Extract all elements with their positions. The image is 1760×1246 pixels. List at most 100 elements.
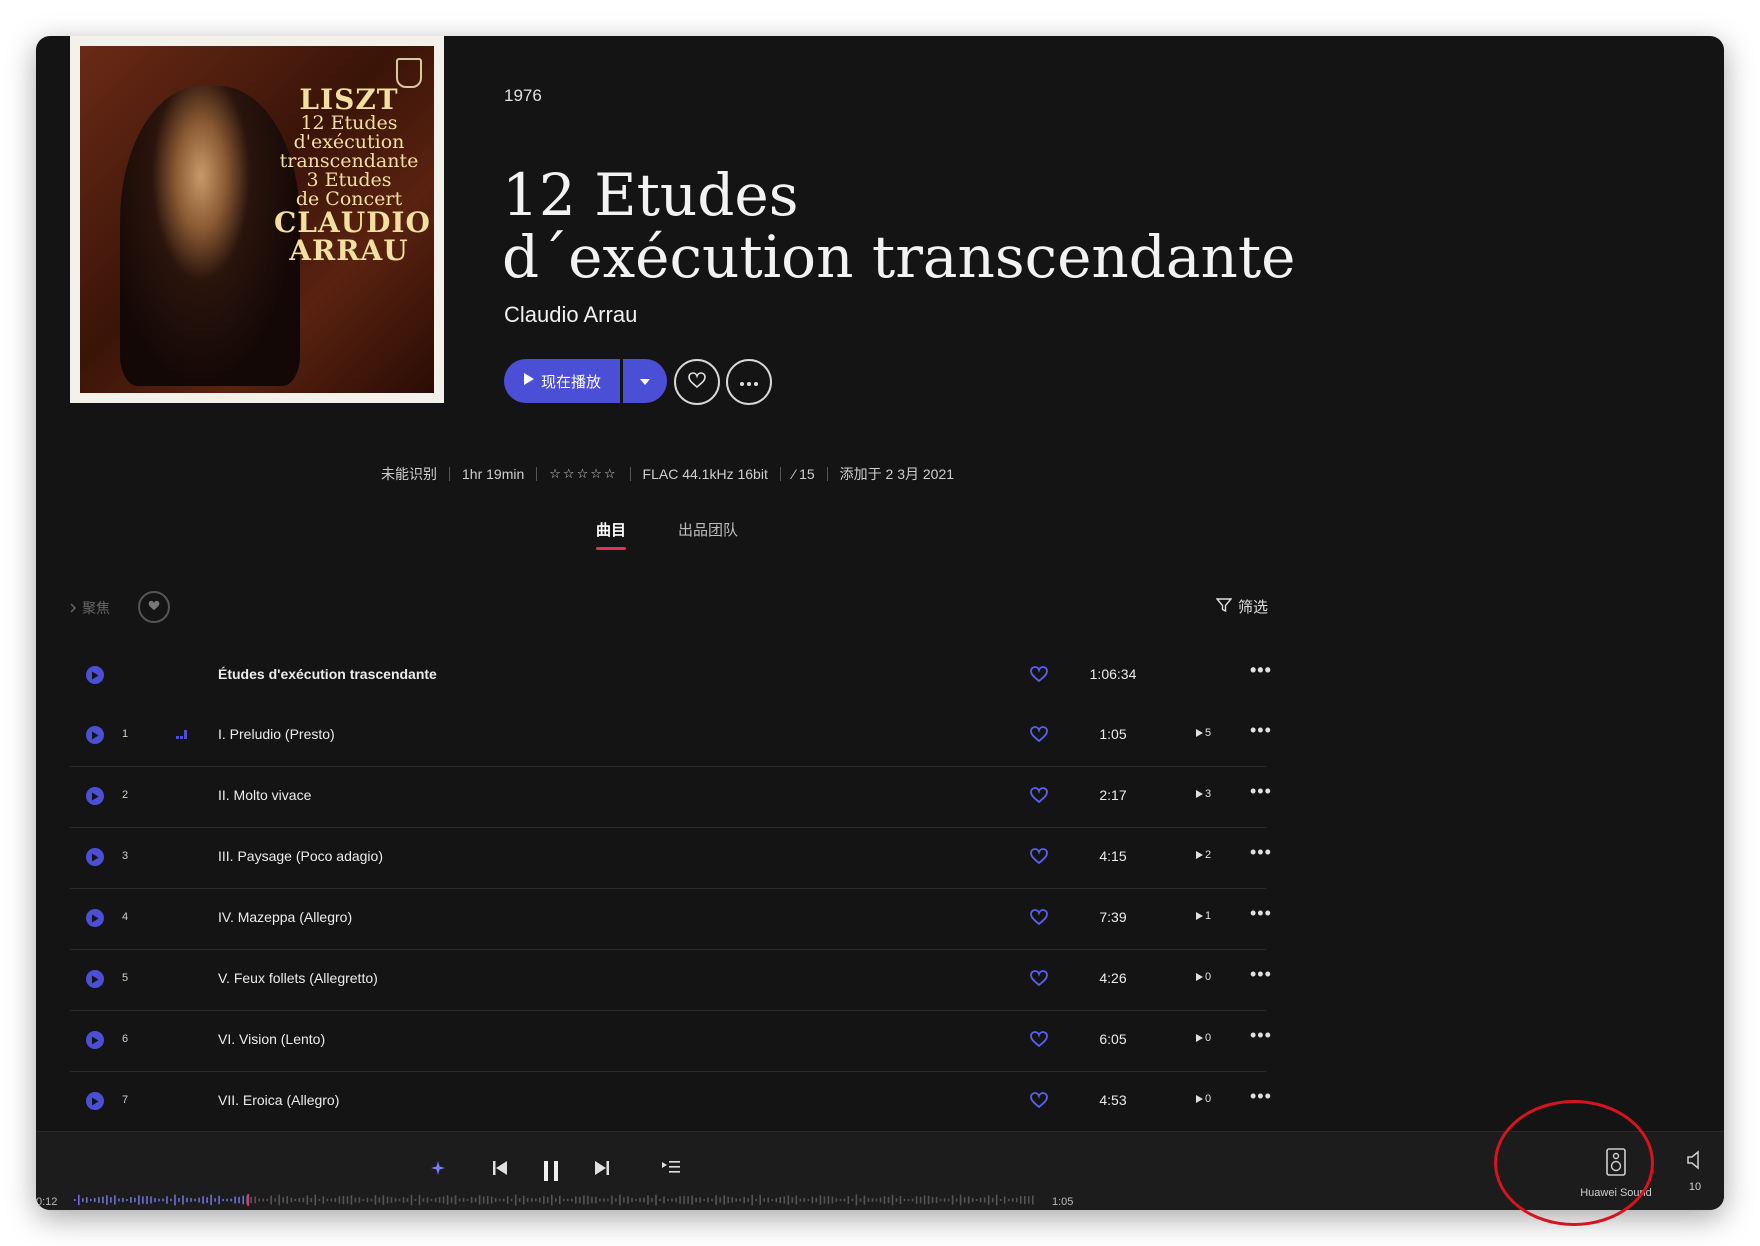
heart-icon[interactable] — [1030, 666, 1048, 685]
track-row[interactable]: 7 VII. Eroica (Allegro) 4:53 0 ••• — [70, 1072, 1271, 1133]
track-row[interactable]: 1 I. Preludio (Presto) 1:05 5 ••• — [70, 706, 1271, 767]
waveform-bar — [919, 1196, 922, 1204]
waveform-bar — [779, 1197, 782, 1203]
focus-toggle[interactable]: 聚焦 — [70, 598, 110, 618]
more-icon[interactable]: ••• — [1250, 842, 1272, 863]
track-row[interactable]: 5 V. Feux follets (Allegretto) 4:26 0 ••… — [70, 950, 1271, 1011]
favorites-filter-button[interactable] — [138, 591, 170, 623]
filter-button[interactable]: 筛选 — [1215, 596, 1268, 617]
waveform-bar — [647, 1195, 649, 1205]
more-options-button[interactable] — [726, 359, 772, 405]
play-options-dropdown[interactable] — [623, 359, 667, 403]
heart-icon[interactable] — [1030, 970, 1048, 989]
waveform-bar — [967, 1196, 970, 1204]
track-number: 5 — [122, 972, 129, 984]
pause-icon[interactable] — [542, 1160, 560, 1182]
skip-previous-icon[interactable] — [492, 1160, 508, 1176]
play-icon[interactable] — [86, 666, 104, 684]
waveform-bar — [290, 1197, 293, 1203]
identify-status[interactable]: 未能识别 — [381, 464, 437, 484]
work-group-row[interactable]: Études d'exécution trascendante 1:06:34 … — [70, 646, 1271, 706]
waveform-bar — [118, 1198, 120, 1202]
waveform-bar — [771, 1199, 774, 1202]
waveform-bar — [342, 1196, 345, 1205]
waveform-bar — [687, 1196, 689, 1204]
play-now-label: 现在播放 — [540, 373, 601, 391]
waveform-scrubber[interactable] — [74, 1194, 1036, 1206]
waveform-bar — [915, 1196, 918, 1204]
waveform-bar — [278, 1194, 280, 1206]
waveform-bar — [911, 1198, 914, 1202]
waveform-bar — [414, 1198, 417, 1201]
waveform-bar — [194, 1198, 196, 1202]
heart-icon[interactable] — [1030, 787, 1048, 806]
play-icon[interactable] — [86, 1092, 104, 1110]
waveform-bar — [895, 1198, 898, 1202]
more-icon[interactable]: ••• — [1250, 660, 1272, 681]
heart-icon[interactable] — [1030, 1092, 1048, 1111]
play-icon[interactable] — [86, 787, 104, 805]
play-icon[interactable] — [86, 909, 104, 927]
play-now-button[interactable]: 现在播放 — [504, 359, 620, 403]
more-icon[interactable]: ••• — [1250, 964, 1272, 985]
heart-icon[interactable] — [1030, 848, 1048, 867]
volume-control[interactable]: 10 — [1686, 1150, 1704, 1193]
track-row[interactable]: 3 III. Paysage (Poco adagio) 4:15 2 ••• — [70, 828, 1271, 889]
track-row[interactable]: 4 IV. Mazeppa (Allegro) 7:39 1 ••• — [70, 889, 1271, 950]
waveform-bar — [615, 1198, 617, 1202]
play-icon[interactable] — [86, 726, 104, 744]
waveform-bar — [318, 1198, 321, 1202]
heart-icon[interactable] — [1030, 1031, 1048, 1050]
waveform-bar — [719, 1197, 721, 1203]
tab-credits[interactable]: 出品团队 — [678, 519, 738, 550]
favorite-album-button[interactable] — [674, 359, 720, 405]
waveform-bar — [166, 1196, 168, 1204]
track-row[interactable]: 6 VI. Vision (Lento) 6:05 0 ••• — [70, 1011, 1271, 1072]
album-artist[interactable]: Claudio Arrau — [504, 302, 637, 328]
heart-icon[interactable] — [1030, 909, 1048, 928]
queue-icon[interactable] — [662, 1160, 680, 1174]
waveform-bar — [398, 1198, 401, 1202]
more-icon[interactable]: ••• — [1250, 903, 1272, 924]
waveform-bar — [186, 1197, 188, 1203]
waveform-bar — [286, 1196, 288, 1204]
waveform-bar — [951, 1195, 954, 1205]
waveform-bar — [406, 1198, 409, 1202]
more-icon[interactable]: ••• — [1250, 720, 1272, 741]
waveform-bar — [298, 1197, 301, 1203]
play-icon[interactable] — [86, 1031, 104, 1049]
waveform-bar — [651, 1197, 653, 1203]
waveform-bar — [583, 1195, 585, 1205]
skip-next-icon[interactable] — [594, 1160, 610, 1176]
track-duration: 4:53 — [1099, 1092, 1127, 1108]
play-icon[interactable] — [86, 848, 104, 866]
waveform-bar — [543, 1196, 545, 1204]
more-icon[interactable]: ••• — [1250, 781, 1272, 802]
waveform-bar — [859, 1198, 862, 1202]
waveform-bar — [575, 1196, 577, 1204]
track-row[interactable]: 2 II. Molto vivace 2:17 3 ••• — [70, 767, 1271, 828]
sparkle-icon[interactable] — [430, 1160, 446, 1176]
more-icon[interactable]: ••• — [1250, 1086, 1272, 1107]
waveform-bar — [635, 1198, 637, 1202]
heart-icon[interactable] — [1030, 726, 1048, 745]
waveform-bar — [126, 1199, 128, 1202]
waveform-bar — [811, 1196, 814, 1204]
waveform-bar — [470, 1196, 473, 1204]
waveform-bar — [559, 1195, 561, 1205]
waveform-bar — [510, 1198, 513, 1202]
playhead[interactable] — [247, 1194, 250, 1206]
play-icon[interactable] — [86, 970, 104, 988]
more-icon[interactable]: ••• — [1250, 1025, 1272, 1046]
tab-tracks[interactable]: 曲目 — [596, 519, 627, 550]
waveform-bar — [1024, 1196, 1026, 1205]
waveform-bar — [603, 1198, 605, 1202]
waveform-bar — [551, 1194, 553, 1206]
waveform-bar — [274, 1198, 276, 1202]
philips-logo — [396, 58, 422, 88]
waveform-bar — [819, 1195, 822, 1205]
waveform-bar — [739, 1198, 741, 1202]
waveform-bar — [82, 1198, 84, 1202]
rating-stars[interactable]: ☆☆☆☆☆ — [549, 466, 617, 482]
waveform-bar — [683, 1196, 685, 1205]
